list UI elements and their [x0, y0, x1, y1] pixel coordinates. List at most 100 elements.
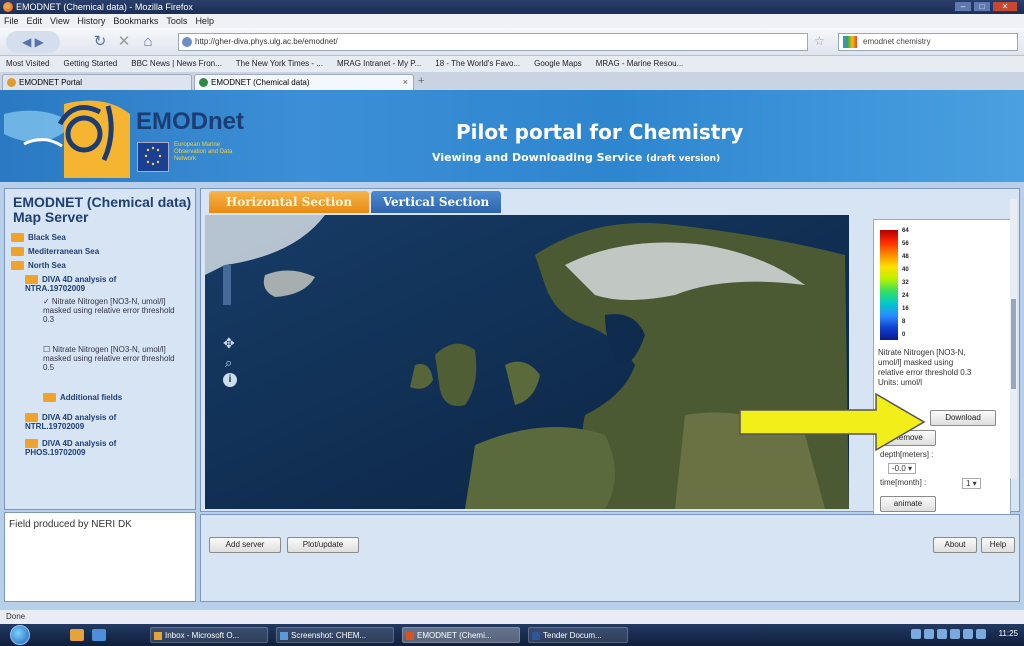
folder-icon	[11, 233, 24, 242]
menu-file[interactable]: File	[4, 14, 19, 28]
tree-item-north-sea[interactable]: North Sea	[11, 261, 66, 270]
europe-map-image	[205, 215, 849, 509]
tree-label: DIVA 4D analysis of NTRL.19702009	[25, 413, 117, 431]
tree-item-black-sea[interactable]: Black Sea	[11, 233, 66, 242]
colorbar-tick: 56	[902, 241, 909, 247]
taskbar-label: Screenshot: CHEM...	[291, 631, 367, 640]
bookmark-item[interactable]: Getting Started	[63, 56, 117, 72]
colorbar	[880, 230, 898, 340]
menu-history[interactable]: History	[77, 14, 105, 28]
help-button[interactable]: Help	[981, 537, 1015, 553]
colorbar-tick: 32	[902, 280, 909, 286]
tree-item-ntrl[interactable]: DIVA 4D analysis of NTRL.19702009	[25, 413, 175, 431]
clock[interactable]: 11:25	[999, 629, 1018, 638]
tree-item-ntra[interactable]: DIVA 4D analysis of NTRA.19702009	[25, 275, 175, 293]
zoom-icon[interactable]: ⌕	[225, 355, 232, 371]
layer-tree-panel: EMODNET (Chemical data) Map Server Black…	[4, 188, 196, 510]
about-button[interactable]: About	[933, 537, 977, 553]
start-button[interactable]	[10, 625, 30, 645]
subtitle-text: Viewing and Downloading Service	[432, 151, 643, 164]
bookmark-item[interactable]: BBC News | News Fron...	[131, 56, 222, 72]
bookmark-item[interactable]: 18 - The World's Favo...	[435, 56, 520, 72]
colorbar-tick: 64	[902, 228, 909, 234]
map-panel: Horizontal Section Vertical Section ✥ ⌕ …	[200, 188, 1020, 515]
maximize-button[interactable]: □	[973, 1, 991, 12]
menu-help[interactable]: Help	[195, 14, 214, 28]
home-icon[interactable]: ⌂	[140, 31, 156, 53]
close-tab-icon[interactable]: ×	[403, 75, 408, 90]
reload-icon[interactable]: ↻	[92, 31, 108, 53]
search-input[interactable]: emodnet chemistry	[838, 33, 1018, 51]
layer-checkbox-threshold-03[interactable]: ✓ Nitrate Nitrogen [NO3-N, umol/l] maske…	[43, 297, 183, 324]
bookmark-item[interactable]: Google Maps	[534, 56, 582, 72]
menu-bookmarks[interactable]: Bookmarks	[113, 14, 158, 28]
tree-item-additional-fields[interactable]: Additional fields	[43, 393, 122, 402]
menu-view[interactable]: View	[50, 14, 69, 28]
taskbar-item[interactable]: Tender Docum...	[528, 627, 628, 643]
navigation-bar: ◀ ▶ ↻ ✕ ⌂ http://gher-diva.phys.ulg.ac.b…	[0, 28, 1024, 56]
layer-checkbox-threshold-05[interactable]: ☐ Nitrate Nitrogen [NO3-N, umol/l] maske…	[43, 345, 183, 372]
zoom-slider[interactable]	[223, 265, 231, 305]
folder-icon	[25, 275, 38, 284]
taskbar-item-active[interactable]: EMODNET (Chemi...	[402, 627, 520, 643]
tray-icon[interactable]	[976, 629, 986, 639]
folder-icon	[43, 393, 56, 402]
emodnet-logo-text: EMODnet	[136, 108, 244, 135]
taskbar-item[interactable]: Inbox - Microsoft O...	[150, 627, 268, 643]
tab-emodnet-chemical[interactable]: EMODNET (Chemical data) ×	[194, 74, 414, 90]
close-button[interactable]: ✕	[992, 1, 1018, 12]
quicklaunch-icon[interactable]	[70, 629, 84, 641]
plot-update-button[interactable]: Plot/update	[287, 537, 359, 553]
bookmark-item[interactable]: MRAG Intranet - My P...	[337, 56, 421, 72]
tree-item-mediterranean[interactable]: Mediterranean Sea	[11, 247, 99, 256]
map-view[interactable]: ✥ ⌕ i	[205, 215, 849, 509]
depth-value: -0.0	[892, 464, 906, 473]
info-icon[interactable]: i	[223, 373, 237, 387]
menu-edit[interactable]: Edit	[27, 14, 43, 28]
menu-tools[interactable]: Tools	[166, 14, 187, 28]
tray-icon[interactable]	[924, 629, 934, 639]
tab-vertical-section[interactable]: Vertical Section	[371, 191, 501, 213]
depth-select[interactable]: -0.0 ▾	[888, 463, 917, 474]
taskbar-label: Inbox - Microsoft O...	[165, 631, 240, 640]
legend-description: Nitrate Nitrogen [NO3-N, umol/l] masked …	[878, 348, 972, 387]
window-title: EMODNET (Chemical data) - Mozilla Firefo…	[16, 2, 193, 12]
search-text: emodnet chemistry	[863, 37, 931, 46]
time-select[interactable]: 1 ▾	[962, 478, 981, 489]
animate-button[interactable]: animate	[880, 496, 936, 512]
taskbar-label: Tender Docum...	[543, 631, 602, 640]
url-bar[interactable]: http://gher-diva.phys.ulg.ac.be/emodnet/	[178, 33, 808, 51]
colorbar-tick: 24	[902, 293, 909, 299]
page-icon	[199, 78, 208, 87]
scrollbar-thumb[interactable]	[1011, 299, 1016, 389]
logo-subtitle: European Marine Observation and Data Net…	[174, 142, 233, 162]
back-forward-icon[interactable]: ◀ ▶	[6, 31, 60, 53]
tab-emodnet-portal[interactable]: EMODNET Portal	[2, 74, 192, 90]
tree-item-phos[interactable]: DIVA 4D analysis of PHOS.19702009	[25, 439, 175, 457]
panel-title: EMODNET (Chemical data) Map Server	[13, 194, 192, 225]
tab-horizontal-section[interactable]: Horizontal Section	[209, 191, 369, 213]
bookmark-item[interactable]: MRAG - Marine Resou...	[596, 56, 684, 72]
add-server-button[interactable]: Add server	[209, 537, 281, 553]
minimize-button[interactable]: –	[954, 1, 972, 12]
stop-icon[interactable]: ✕	[116, 31, 132, 53]
scrollbar[interactable]	[1010, 199, 1017, 479]
colorbar-tick: 8	[902, 319, 906, 325]
bookmark-item[interactable]: Most Visited	[6, 56, 49, 72]
page-title: Pilot portal for Chemistry	[456, 120, 744, 144]
title-bar: EMODNET (Chemical data) - Mozilla Firefo…	[0, 0, 1024, 14]
firefox-icon	[3, 2, 13, 12]
new-tab-icon[interactable]: +	[418, 75, 424, 87]
download-button[interactable]: Download	[930, 410, 996, 426]
bookmark-star-icon[interactable]: ☆	[814, 34, 825, 48]
tray-icon[interactable]	[950, 629, 960, 639]
tray-icon[interactable]	[963, 629, 973, 639]
taskbar-item[interactable]: Screenshot: CHEM...	[276, 627, 394, 643]
tree-label: Black Sea	[28, 233, 66, 242]
tray-icon[interactable]	[911, 629, 921, 639]
pan-icon[interactable]: ✥	[223, 335, 235, 352]
tray-icon[interactable]	[937, 629, 947, 639]
yellow-arrow-annotation	[739, 392, 926, 452]
bookmark-item[interactable]: The New York Times - ...	[236, 56, 323, 72]
quicklaunch-icon[interactable]	[92, 629, 106, 641]
